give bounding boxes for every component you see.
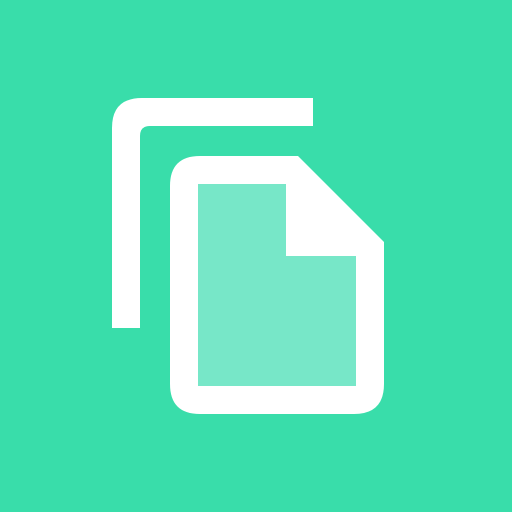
app-icon-canvas: [0, 0, 512, 512]
copy-icon: [112, 98, 384, 414]
